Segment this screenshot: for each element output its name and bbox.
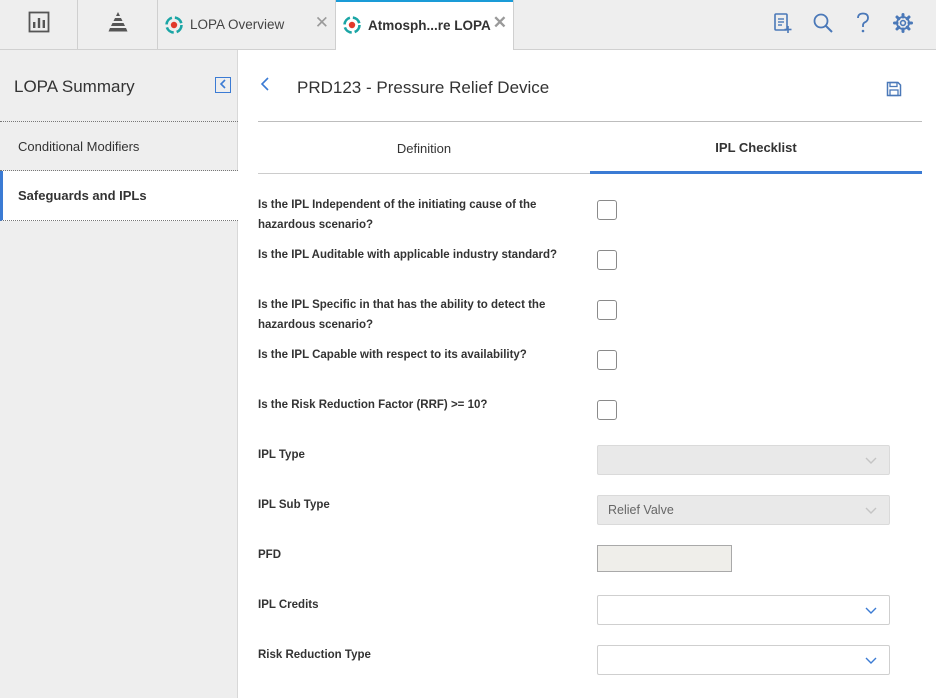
checkbox-auditable[interactable] — [597, 250, 617, 270]
close-icon[interactable]: ✕ — [315, 14, 329, 31]
tab-atmospheric-lopa[interactable]: Atmosph...re LOPA ✕ — [336, 0, 514, 50]
question-capable: Is the IPL Capable with respect to its a… — [258, 349, 527, 361]
tab-label: LOPA Overview — [190, 17, 285, 32]
hierarchy-button[interactable] — [78, 0, 158, 49]
question-auditable: Is the IPL Auditable with applicable ind… — [258, 249, 558, 261]
gear-icon — [892, 12, 914, 39]
save-icon — [886, 81, 902, 101]
chevron-left-icon — [260, 76, 270, 97]
lopa-logo-icon — [342, 15, 362, 35]
new-record-button[interactable] — [771, 12, 795, 39]
ipl-sub-type-label: IPL Sub Type — [258, 499, 330, 511]
chevron-down-icon — [865, 654, 877, 669]
sidebar-item-label: Safeguards and IPLs — [18, 188, 147, 203]
ipl-type-select[interactable] — [597, 445, 890, 475]
chevron-left-icon — [219, 76, 227, 94]
ipl-credits-select[interactable] — [597, 595, 890, 625]
sidebar-item-safeguards-and-ipls[interactable]: Safeguards and IPLs — [0, 171, 238, 221]
close-icon[interactable]: ✕ — [493, 14, 507, 31]
tab-lopa-overview[interactable]: LOPA Overview ✕ — [158, 0, 336, 49]
collapse-sidebar-button[interactable] — [215, 77, 231, 93]
top-bar: LOPA Overview ✕ Atmosph...re LOPA ✕ — [0, 0, 936, 50]
pfd-field[interactable] — [597, 545, 732, 572]
settings-button[interactable] — [891, 12, 915, 39]
search-button[interactable] — [811, 13, 835, 37]
help-icon — [855, 12, 871, 39]
chevron-down-icon — [865, 504, 877, 519]
select-value: Relief Valve — [608, 503, 674, 517]
record-tabs: Definition IPL Checklist — [258, 123, 922, 174]
risk-reduction-type-label: Risk Reduction Type — [258, 649, 371, 661]
checkbox-capable[interactable] — [597, 350, 617, 370]
sidebar-title: LOPA Summary — [14, 77, 135, 96]
sidebar: LOPA Summary Conditional Modifiers Safeg… — [0, 50, 238, 698]
question-independent: Is the IPL Independent of the initiating… — [258, 199, 537, 231]
checkbox-independent[interactable] — [597, 200, 617, 220]
sidebar-item-conditional-modifiers[interactable]: Conditional Modifiers — [0, 121, 238, 171]
tab-ipl-checklist[interactable]: IPL Checklist — [590, 123, 922, 174]
checkbox-rrf[interactable] — [597, 400, 617, 420]
pfd-label: PFD — [258, 549, 281, 561]
tab-label: Atmosph...re LOPA — [368, 17, 491, 33]
save-button[interactable] — [886, 81, 902, 97]
sidebar-item-label: Conditional Modifiers — [18, 138, 140, 154]
ipl-sub-type-select[interactable]: Relief Valve — [597, 495, 890, 525]
help-button[interactable] — [851, 12, 875, 39]
tab-definition[interactable]: Definition — [258, 123, 590, 174]
dashboard-icon — [28, 11, 50, 38]
tab-label: IPL Checklist — [715, 139, 797, 155]
pyramid-icon — [106, 11, 130, 38]
page-title: PRD123 - Pressure Relief Device — [297, 78, 550, 97]
question-rrf: Is the Risk Reduction Factor (RRF) >= 10… — [258, 399, 488, 411]
back-button[interactable] — [260, 76, 276, 96]
checkbox-specific[interactable] — [597, 300, 617, 320]
dashboard-button[interactable] — [0, 0, 78, 49]
ipl-type-label: IPL Type — [258, 449, 305, 461]
question-specific: Is the IPL Specific in that has the abil… — [258, 299, 546, 331]
lopa-logo-icon — [164, 15, 184, 35]
tab-label: Definition — [396, 140, 452, 156]
chevron-down-icon — [865, 454, 877, 469]
chevron-down-icon — [865, 604, 877, 619]
search-icon — [812, 12, 834, 39]
ipl-credits-label: IPL Credits — [258, 599, 319, 611]
risk-reduction-type-select[interactable] — [597, 645, 890, 675]
clipboard-add-icon — [773, 12, 793, 39]
record-header: PRD123 - Pressure Relief Device — [258, 50, 922, 122]
